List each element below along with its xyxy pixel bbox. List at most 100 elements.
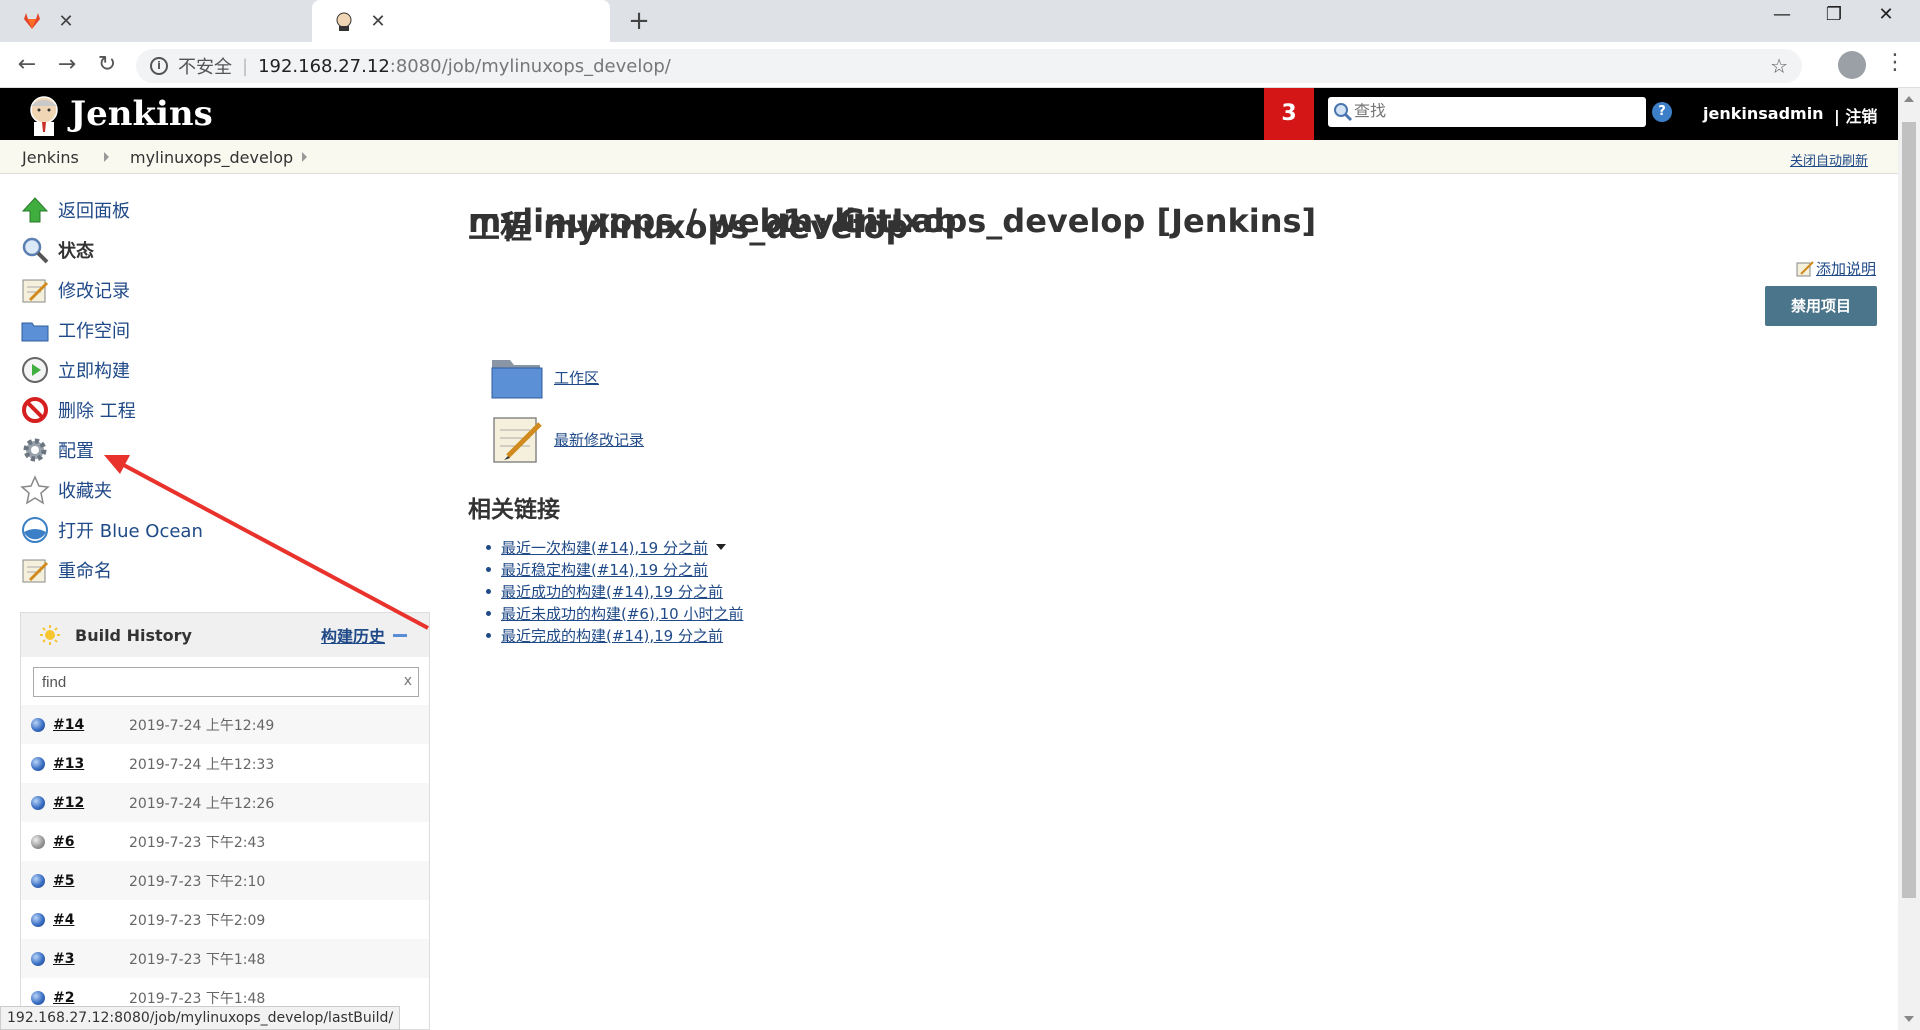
recent-changes-item[interactable]: 最新修改记录: [490, 412, 644, 466]
task-label: 打开 Blue Ocean: [58, 521, 203, 542]
related-link-item[interactable]: 最近稳定构建(#14),19 分之前: [501, 558, 743, 580]
related-link-item[interactable]: 最近未成功的构建(#6),10 小时之前: [501, 602, 743, 624]
folder-icon: [491, 360, 543, 399]
task-configure[interactable]: 配置: [20, 430, 203, 470]
task-workspace[interactable]: 工作空间: [20, 310, 203, 350]
build-number-link[interactable]: #5: [53, 873, 129, 889]
related-link-item[interactable]: 最近完成的构建(#14),19 分之前: [501, 624, 743, 646]
collapse-icon[interactable]: [393, 633, 407, 637]
breadcrumb-caret-icon[interactable]: [302, 152, 307, 162]
last-completed-build-link[interactable]: 最近完成的构建(#14),19 分之前: [501, 625, 723, 646]
separator: |: [242, 55, 249, 77]
breadcrumb-jenkins[interactable]: Jenkins: [22, 148, 79, 167]
related-links-list: 最近一次构建(#14),19 分之前 最近稳定构建(#14),19 分之前 最近…: [501, 536, 743, 646]
dropdown-arrow-icon[interactable]: [715, 544, 726, 550]
task-build-now[interactable]: 立即构建: [20, 350, 203, 390]
build-number-link[interactable]: #13: [53, 756, 129, 772]
task-favorite[interactable]: 收藏夹: [20, 470, 203, 510]
last-successful-build-link[interactable]: 最近成功的构建(#14),19 分之前: [501, 581, 723, 602]
build-number-link[interactable]: #14: [53, 717, 129, 733]
build-number-link[interactable]: #2: [53, 990, 129, 1006]
notepad-icon: [22, 559, 49, 583]
task-label: 工作空间: [58, 321, 130, 342]
page-title: 工程 mylinuxops_develop: [468, 208, 909, 246]
search-input[interactable]: [1354, 103, 1634, 121]
restore-icon[interactable]: ❐: [1814, 4, 1854, 25]
profile-avatar[interactable]: [1838, 51, 1866, 79]
scroll-thumb[interactable]: [1902, 122, 1916, 898]
build-number-link[interactable]: #6: [53, 834, 129, 850]
new-tab-button[interactable]: +: [624, 6, 654, 36]
build-row: #13 2019-7-24 上午12:33: [21, 744, 429, 783]
build-row: #4 2019-7-23 下午2:09: [21, 900, 429, 939]
disable-project-button[interactable]: 禁用项目: [1765, 286, 1877, 326]
workspace-link[interactable]: 工作区: [554, 367, 599, 388]
back-icon[interactable]: ←: [12, 50, 42, 80]
reload-icon[interactable]: ↻: [92, 50, 122, 80]
scroll-down-icon[interactable]: [1904, 1016, 1914, 1022]
related-link-item[interactable]: 最近一次构建(#14),19 分之前: [501, 536, 743, 558]
build-date[interactable]: 2019-7-23 下午2:10: [129, 871, 265, 891]
jenkins-brand[interactable]: Jenkins: [70, 94, 213, 134]
minimize-icon[interactable]: —: [1762, 4, 1802, 25]
workspace-item[interactable]: 工作区: [490, 350, 599, 404]
task-back-to-dashboard[interactable]: 返回面板: [20, 190, 203, 230]
build-date[interactable]: 2019-7-23 下午1:48: [129, 988, 265, 1008]
build-status-blue-icon: [31, 795, 45, 810]
task-label: 立即构建: [58, 361, 130, 382]
last-stable-build-link[interactable]: 最近稳定构建(#14),19 分之前: [501, 559, 708, 580]
up-arrow-icon: [21, 197, 49, 223]
task-label: 配置: [58, 441, 94, 462]
build-date[interactable]: 2019-7-23 下午2:43: [129, 832, 265, 852]
build-date[interactable]: 2019-7-24 上午12:49: [129, 715, 274, 735]
breadcrumb-job[interactable]: mylinuxops_develop: [130, 148, 293, 167]
related-link-item[interactable]: 最近成功的构建(#14),19 分之前: [501, 580, 743, 602]
build-date[interactable]: 2019-7-23 下午1:48: [129, 949, 265, 969]
jenkins-logo-icon[interactable]: [22, 92, 66, 136]
build-status-blue-icon: [31, 717, 45, 732]
tab-jenkins[interactable]: mylinuxops_develop [Jenkins] ✕: [312, 0, 1316, 240]
close-window-icon[interactable]: ✕: [1866, 4, 1906, 25]
build-history-title: Build History: [75, 625, 192, 645]
build-number-link[interactable]: #3: [53, 951, 129, 967]
recent-changes-link[interactable]: 最新修改记录: [554, 429, 644, 450]
edit-icon: [1796, 260, 1814, 276]
user-link[interactable]: jenkinsadmin: [1703, 104, 1824, 123]
close-icon[interactable]: ✕: [56, 11, 76, 32]
build-trend-link[interactable]: 构建历史: [321, 623, 385, 647]
vertical-scrollbar[interactable]: [1898, 88, 1920, 1030]
bookmark-star-icon[interactable]: ☆: [1770, 54, 1788, 78]
security-label: 不安全: [178, 57, 232, 78]
disable-auto-refresh-link[interactable]: 关闭自动刷新: [1790, 150, 1868, 169]
url-field[interactable]: i 不安全 | 192.168.27.12 :8080/job/mylinuxo…: [136, 49, 1802, 83]
forward-icon[interactable]: →: [52, 50, 82, 80]
task-open-blue-ocean[interactable]: 打开 Blue Ocean: [20, 510, 203, 550]
last-unsuccessful-build-link[interactable]: 最近未成功的构建(#6),10 小时之前: [501, 603, 743, 624]
breadcrumb-caret-icon[interactable]: [104, 152, 109, 162]
build-number-link[interactable]: #4: [53, 912, 129, 928]
build-date[interactable]: 2019-7-24 上午12:33: [129, 754, 274, 774]
related-links-heading: 相关链接: [468, 497, 560, 523]
tab-gitlab[interactable]: mylinuxops / web1 · GitLab ✕: [0, 0, 957, 240]
help-icon[interactable]: ?: [1652, 102, 1672, 122]
build-status-blue-icon: [31, 951, 45, 966]
build-number-link[interactable]: #12: [53, 795, 129, 811]
info-icon[interactable]: i: [150, 57, 168, 75]
clear-filter-icon[interactable]: x: [404, 673, 412, 689]
logout-link[interactable]: | 注销: [1834, 103, 1877, 127]
add-description-link[interactable]: 添加说明: [1796, 258, 1876, 279]
last-build-link[interactable]: 最近一次构建(#14),19 分之前: [501, 537, 708, 558]
build-date[interactable]: 2019-7-24 上午12:26: [129, 793, 274, 813]
task-rename[interactable]: 重命名: [20, 550, 203, 590]
notification-badge[interactable]: 3: [1264, 88, 1314, 140]
task-label: 返回面板: [58, 201, 130, 222]
kebab-menu-icon[interactable]: ⋮: [1884, 50, 1906, 75]
search-box[interactable]: [1328, 97, 1646, 127]
task-changes[interactable]: 修改记录: [20, 270, 203, 310]
close-icon[interactable]: ✕: [368, 11, 388, 32]
task-status[interactable]: 状态: [20, 230, 203, 270]
scroll-up-icon[interactable]: [1904, 96, 1914, 102]
build-filter-input[interactable]: [34, 668, 394, 696]
task-delete-project[interactable]: 删除 工程: [20, 390, 203, 430]
build-date[interactable]: 2019-7-23 下午2:09: [129, 910, 265, 930]
